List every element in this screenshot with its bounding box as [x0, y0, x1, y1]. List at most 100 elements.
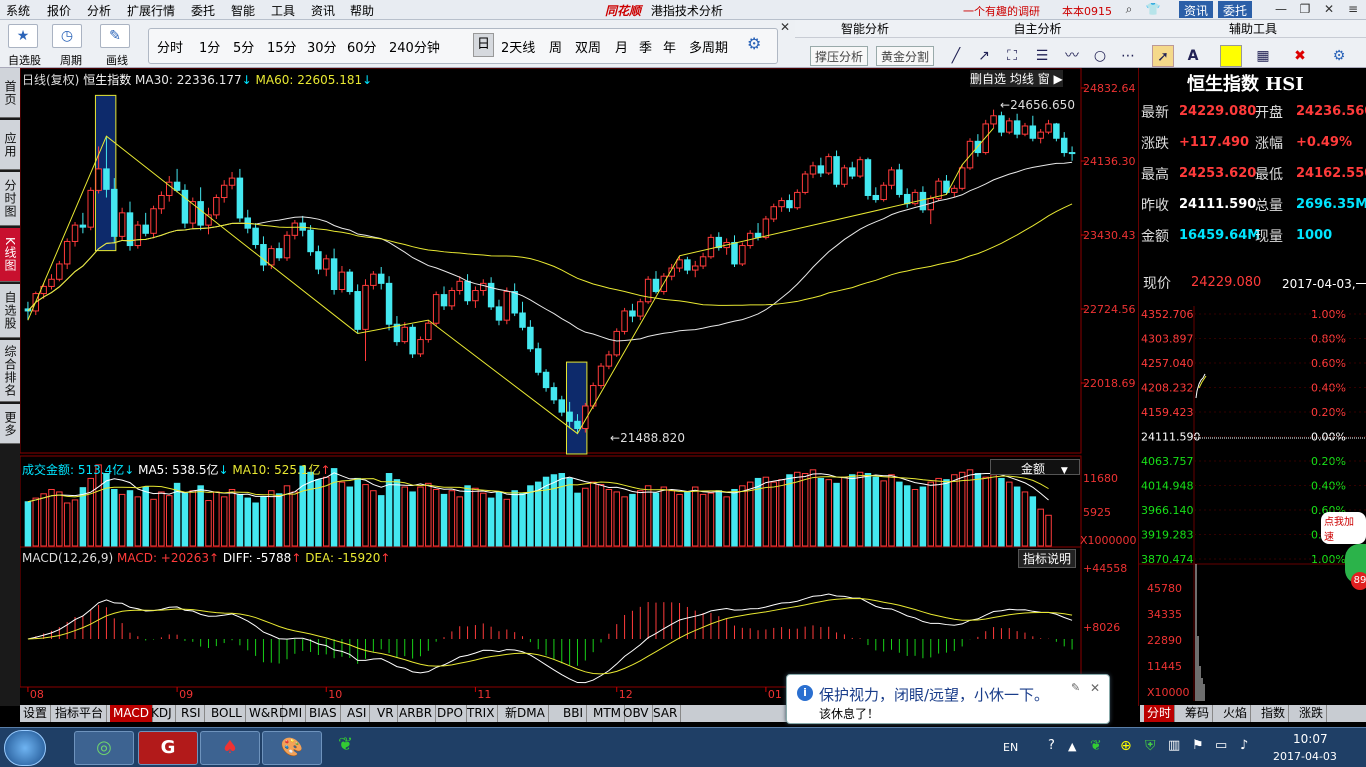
paint-taskbar-icon[interactable]: 🎨 [262, 731, 322, 765]
period-weekly[interactable]: 周 [549, 37, 562, 56]
indicator-help-button[interactable]: 指标说明 [1018, 549, 1077, 568]
menu-item-analysis[interactable]: 分析 [87, 2, 111, 19]
golden-section-button[interactable]: 黄金分割 [876, 46, 935, 66]
settings-icon[interactable]: ⚙ [1328, 45, 1350, 67]
indicator-tab[interactable]: 新DMA [502, 705, 549, 722]
pin-icon[interactable]: ✎ [1071, 681, 1080, 694]
menu-item-quote[interactable]: 报价 [47, 2, 71, 19]
network-icon[interactable]: ▥ [1168, 738, 1180, 753]
flag-icon[interactable]: ⚑ [1192, 738, 1204, 753]
intraday-chart[interactable]: 4352.706 1.00%4303.897 0.80%4257.040 0.60%4… [1139, 306, 1366, 706]
right-panel-tab[interactable]: 涨跌 [1296, 705, 1328, 722]
remove-watchlist-link[interactable]: 删自选 [970, 72, 1006, 86]
period-daily[interactable]: 日 [473, 33, 495, 57]
indicator-tab[interactable]: DMI [276, 705, 307, 722]
indicator-tab[interactable]: SAR [650, 705, 682, 722]
menu-item-smart[interactable]: 智能 [231, 2, 255, 19]
right-panel-tab[interactable]: 指数 [1258, 705, 1290, 722]
color-swatch-icon[interactable] [1220, 45, 1242, 67]
left-tab-more[interactable]: 更多 [0, 404, 20, 444]
clock-date[interactable]: 2017-04-03 [1273, 750, 1337, 763]
close-icon[interactable]: ✕ [1090, 681, 1100, 695]
help-icon[interactable]: ? [1048, 738, 1055, 753]
menu-item-system[interactable]: 系统 [6, 2, 30, 19]
left-tab-kline[interactable]: K线图 [0, 228, 20, 282]
indicator-tab[interactable]: ARBR [396, 705, 437, 722]
shirt-icon[interactable]: 👕 [1142, 2, 1164, 18]
period-2day[interactable]: 2天线 [501, 37, 535, 56]
line-tool-icon[interactable]: ╱ [945, 45, 967, 67]
indicator-tab[interactable]: TRIX [464, 705, 499, 722]
period-quarterly[interactable]: 季 [639, 37, 652, 56]
indicator-tab[interactable]: 设置 [20, 705, 52, 722]
menu-item-tools[interactable]: 工具 [271, 2, 295, 19]
play-icon[interactable]: ▶ [1054, 72, 1063, 86]
left-tab-intraday[interactable]: 分时图 [0, 172, 20, 226]
menu-item-news[interactable]: 资讯 [311, 2, 335, 19]
minimize-icon[interactable]: — [1270, 2, 1292, 18]
close-icon[interactable]: ✕ [780, 20, 790, 34]
restore-icon[interactable]: ❐ [1294, 2, 1316, 18]
indicator-tab[interactable]: MACD [110, 705, 153, 722]
period-multi[interactable]: 多周期 [689, 37, 728, 56]
style-icon[interactable]: ▦ [1252, 45, 1274, 67]
indicator-tab[interactable]: 指标平台 [52, 705, 108, 722]
circle-tool-icon[interactable]: ○ [1089, 45, 1111, 67]
news-button[interactable]: 资讯 [1179, 1, 1214, 18]
start-button[interactable] [4, 730, 46, 766]
star-icon[interactable]: ★ [8, 24, 38, 48]
cursor-icon[interactable]: ➚ [1152, 45, 1174, 67]
marquee-text[interactable]: 一个有趣的调研 [963, 3, 1040, 19]
cards-taskbar-icon[interactable]: ♠ [200, 731, 260, 765]
volume-selector[interactable]: 金额 ▼ [990, 459, 1080, 476]
indicator-tab[interactable]: OBV [620, 705, 653, 722]
trade-button[interactable]: 委托 [1218, 1, 1253, 18]
left-tab-home[interactable]: 首页 [0, 68, 20, 118]
menu-item-extended-quote[interactable]: 扩展行情 [127, 2, 175, 19]
ma-link[interactable]: 均线 [1010, 72, 1034, 86]
menu-item-trade[interactable]: 委托 [191, 2, 215, 19]
indicator-tab[interactable]: VR [374, 705, 398, 722]
rect-tool-icon[interactable]: ⛶ [1001, 45, 1023, 67]
close-icon[interactable]: ✕ [1318, 2, 1340, 18]
indicator-tab[interactable]: BOLL [208, 705, 246, 722]
wave-tool-icon[interactable]: 〰 [1061, 45, 1083, 67]
period-1min[interactable]: 1分 [199, 37, 220, 56]
period-30min[interactable]: 30分 [307, 37, 337, 56]
period-15min[interactable]: 15分 [267, 37, 297, 56]
right-panel-tab[interactable]: 火焰 [1220, 705, 1252, 722]
left-tab-apps[interactable]: 应用 [0, 120, 20, 170]
left-tab-watchlist[interactable]: 自选股 [0, 284, 20, 338]
period-5min[interactable]: 5分 [233, 37, 254, 56]
clock-time[interactable]: 10:07 [1293, 732, 1328, 746]
text-tool-icon[interactable]: A [1182, 45, 1204, 67]
gear-icon[interactable]: ⚙ [747, 34, 761, 53]
right-panel-tab[interactable]: 分时 [1144, 705, 1176, 722]
indicator-tab[interactable]: ASI [344, 705, 371, 722]
period-240min[interactable]: 240分钟 [389, 37, 440, 56]
rest-reminder-toast[interactable]: i 保护视力，闭眼/远望，小休一下。 该休息了！ ✎ ✕ [786, 674, 1110, 724]
ths-taskbar-icon[interactable]: G [138, 731, 198, 765]
support-resistance-button[interactable]: 撑压分析 [810, 46, 869, 66]
shield-icon[interactable]: ⛨ [1145, 738, 1156, 754]
ray-tool-icon[interactable]: ↗ [973, 45, 995, 67]
tray-plus-icon[interactable]: ⊕ [1120, 738, 1132, 754]
right-panel-tab[interactable]: 筹码 [1182, 705, 1214, 722]
more-icon[interactable]: ⋯ [1117, 45, 1139, 67]
period-monthly[interactable]: 月 [615, 37, 628, 56]
period-intraday[interactable]: 分时 [157, 37, 183, 56]
search-icon[interactable]: ⌕ [1118, 2, 1140, 18]
pencil-icon[interactable]: ✎ [100, 24, 130, 48]
speedup-badge[interactable]: 点我加速 [1321, 512, 1366, 544]
fib-tool-icon[interactable]: ☰ [1031, 45, 1053, 67]
tray-app-icon[interactable]: ❦ [1090, 738, 1102, 754]
lang-indicator[interactable]: EN [1003, 741, 1018, 754]
tray-arrow-icon[interactable]: ▲ [1068, 740, 1076, 753]
volume-icon[interactable]: ♪ [1240, 738, 1248, 753]
indicator-tab[interactable]: DPO [434, 705, 467, 722]
period-biweekly[interactable]: 双周 [575, 37, 601, 56]
window-link[interactable]: 窗 [1038, 72, 1050, 86]
indicator-tab[interactable]: BBI [560, 705, 588, 722]
period-60min[interactable]: 60分 [347, 37, 377, 56]
kline-chart[interactable]: 08091011120102 [20, 68, 1138, 706]
